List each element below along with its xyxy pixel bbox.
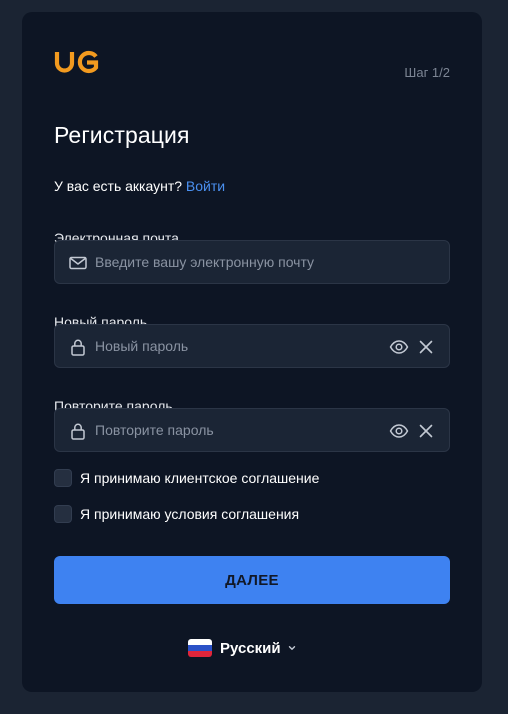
client-agreement-checkbox[interactable]	[54, 469, 72, 487]
language-label: Русский	[220, 639, 281, 657]
mail-icon	[69, 256, 87, 270]
page-title: Регистрация	[54, 122, 190, 148]
new-password-input[interactable]	[95, 325, 375, 367]
repeat-password-input[interactable]	[95, 409, 375, 451]
lock-icon	[71, 423, 85, 440]
chevron-down-icon	[288, 646, 295, 650]
client-agreement-row[interactable]: Я принимаю клиентское соглашение	[54, 469, 319, 487]
terms-agreement-checkbox[interactable]	[54, 505, 72, 523]
repeat-password-field-container	[54, 408, 450, 452]
terms-agreement-row[interactable]: Я принимаю условия соглашения	[54, 505, 299, 523]
account-prompt-text: У вас есть аккаунт?	[54, 178, 183, 194]
login-link[interactable]: Войти	[186, 178, 225, 194]
clear-close-icon[interactable]	[417, 422, 435, 440]
step-indicator: Шаг 1/2	[404, 65, 450, 80]
registration-card: Шаг 1/2 Регистрация У вас есть аккаунт? …	[22, 12, 482, 692]
ug-logo	[54, 50, 99, 74]
clear-close-icon[interactable]	[417, 338, 435, 356]
show-password-eye-icon[interactable]	[389, 421, 409, 441]
email-input[interactable]	[95, 241, 375, 283]
client-agreement-label: Я принимаю клиентское соглашение	[80, 470, 320, 486]
russia-flag-icon	[188, 639, 212, 657]
lock-icon	[71, 339, 85, 356]
terms-agreement-label: Я принимаю условия соглашения	[80, 506, 300, 522]
language-selector[interactable]: Русский	[188, 638, 297, 658]
show-password-eye-icon[interactable]	[389, 337, 409, 357]
email-field-container	[54, 240, 450, 284]
new-password-field-container	[54, 324, 450, 368]
account-prompt: У вас есть аккаунт? Войти	[54, 178, 225, 194]
next-button[interactable]: ДАЛЕЕ	[54, 556, 450, 604]
